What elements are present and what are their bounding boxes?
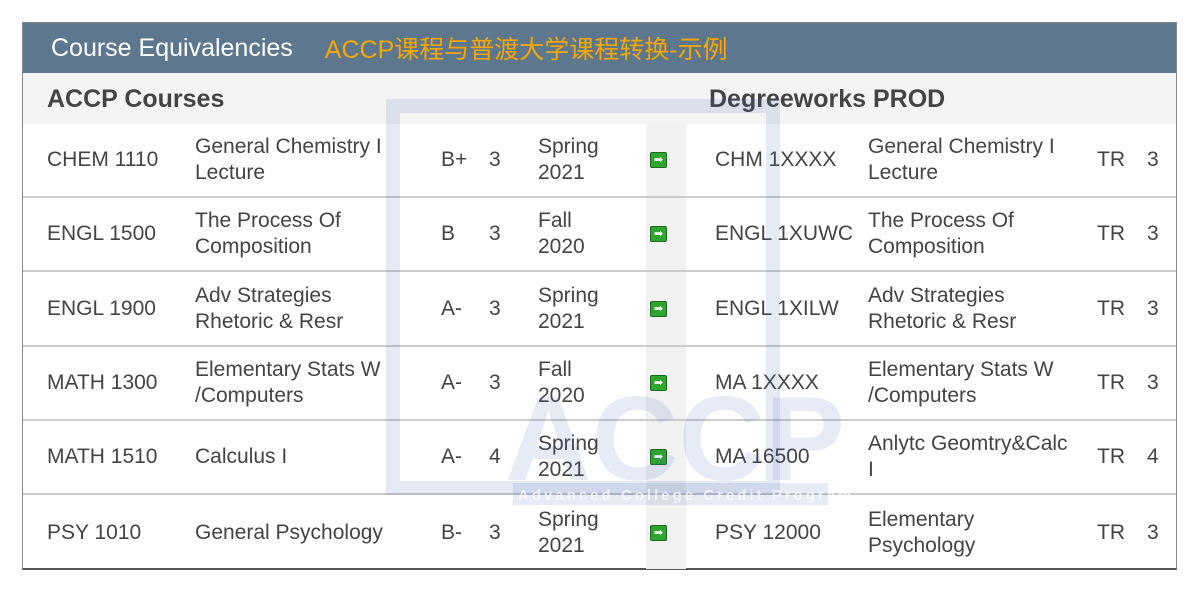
equivalent-credits: 3 [1147,296,1159,320]
equivalent-credits: 3 [1147,520,1159,544]
table-row: ENGL 1500 The Process Of Composition B 3 Fal… [23,198,1176,273]
equivalent-credits: 4 [1147,445,1159,469]
grade: A- [441,445,462,469]
accp-courses-heading: ACCP Courses [47,85,225,113]
term: Spring 2021 [538,432,599,482]
transfer-arrow-icon[interactable]: ➡ [650,226,667,243]
degreeworks-heading: Degreeworks PROD [709,85,946,113]
equivalent-grade: TR [1097,296,1125,320]
equivalent-title: General Chemistry I Lecture [868,135,1055,184]
course-title: General Psychology [195,520,383,544]
grade: B+ [441,148,468,171]
course-code: CHEM 1110 [47,148,159,171]
term: Fall 2020 [538,209,585,259]
credits: 3 [489,222,501,246]
table-row: PSY 1010 General Psychology B- 3 Spring 2021… [23,496,1176,570]
equivalent-grade: TR [1097,370,1125,394]
equivalent-code: ENGL 1XUWC [715,222,854,246]
course-code: MATH 1300 [47,370,158,394]
course-code: PSY 1010 [47,520,142,544]
equivalent-code: ENGL 1XILW [715,296,839,320]
term: Fall 2020 [538,357,585,407]
equivalent-grade: TR [1097,222,1125,246]
panel-subtitle: ACCP课程与普渡大学课程转换-示例 [324,36,728,64]
course-title: Elementary Stats W /Computers [195,357,381,407]
grade: B [441,222,456,246]
term: Spring 2021 [538,135,599,184]
grade: A- [441,370,462,394]
panel-title: Course Equivalencies [51,33,293,62]
course-title: The Process Of Composition [195,209,341,259]
equivalent-code: MA 1XXXX [715,370,819,394]
transfer-arrow-icon[interactable]: ➡ [650,152,667,168]
transfer-arrow-icon[interactable]: ➡ [650,524,667,541]
term: Spring 2021 [538,283,599,333]
equivalent-title: Elementary Stats W /Computers [868,357,1054,407]
credits: 4 [489,445,501,469]
transfer-arrow-icon[interactable]: ➡ [650,374,667,391]
table-row: ENGL 1900 Adv Strategies Rhetoric & Resr A… [23,273,1176,347]
credits: 3 [489,148,501,171]
term: Spring 2021 [538,507,599,557]
grade: A- [441,296,462,320]
grade: B- [441,520,462,544]
course-title: Calculus I [195,445,288,469]
equivalent-credits: 3 [1147,370,1159,394]
course-code: MATH 1510 [47,445,158,469]
credits: 3 [489,370,501,394]
credits: 3 [489,520,501,544]
equivalent-code: MA 16500 [715,445,810,469]
equivalent-title: Adv Strategies Rhetoric & Resr [868,283,1017,333]
course-title: Adv Strategies Rhetoric & Resr [195,283,344,333]
equivalent-code: CHM 1XXXX [715,148,837,171]
course-code: ENGL 1900 [47,296,156,320]
equivalent-title: The Process Of Composition [868,209,1014,259]
credits: 3 [489,296,501,320]
table-row: CHEM 1110 General Chemistry I Lecture B+ 3 S… [23,124,1176,198]
equivalent-code: PSY 12000 [715,520,821,544]
equivalent-grade: TR [1097,520,1125,544]
transfer-arrow-icon[interactable]: ➡ [650,449,667,466]
equivalent-credits: 3 [1147,222,1159,246]
table-row: MATH 1510 Calculus I A- 4 Spring 2021 MA 1650… [23,421,1176,496]
equivalent-credits: 3 [1147,148,1159,171]
column-headers: ACCP Courses Degreeworks PROD [23,73,1176,124]
panel-header: Course Equivalencies ACCP课程与普渡大学课程转换-示例 [23,23,1176,73]
course-title: General Chemistry I Lecture [195,135,382,184]
course-code: ENGL 1500 [47,222,156,246]
transfer-arrow-icon[interactable]: ➡ [650,300,667,317]
course-equivalencies-panel: Course Equivalencies ACCP课程与普渡大学课程转换-示例 … [22,22,1177,570]
equivalent-title: Elementary Psychology [868,507,976,557]
table-row: MATH 1300 Elementary Stats W /Computers A-… [23,347,1176,421]
equivalent-grade: TR [1097,148,1125,171]
equivalent-title: Anlytc Geomtry&Calc I [868,432,1068,482]
equivalent-grade: TR [1097,445,1125,469]
